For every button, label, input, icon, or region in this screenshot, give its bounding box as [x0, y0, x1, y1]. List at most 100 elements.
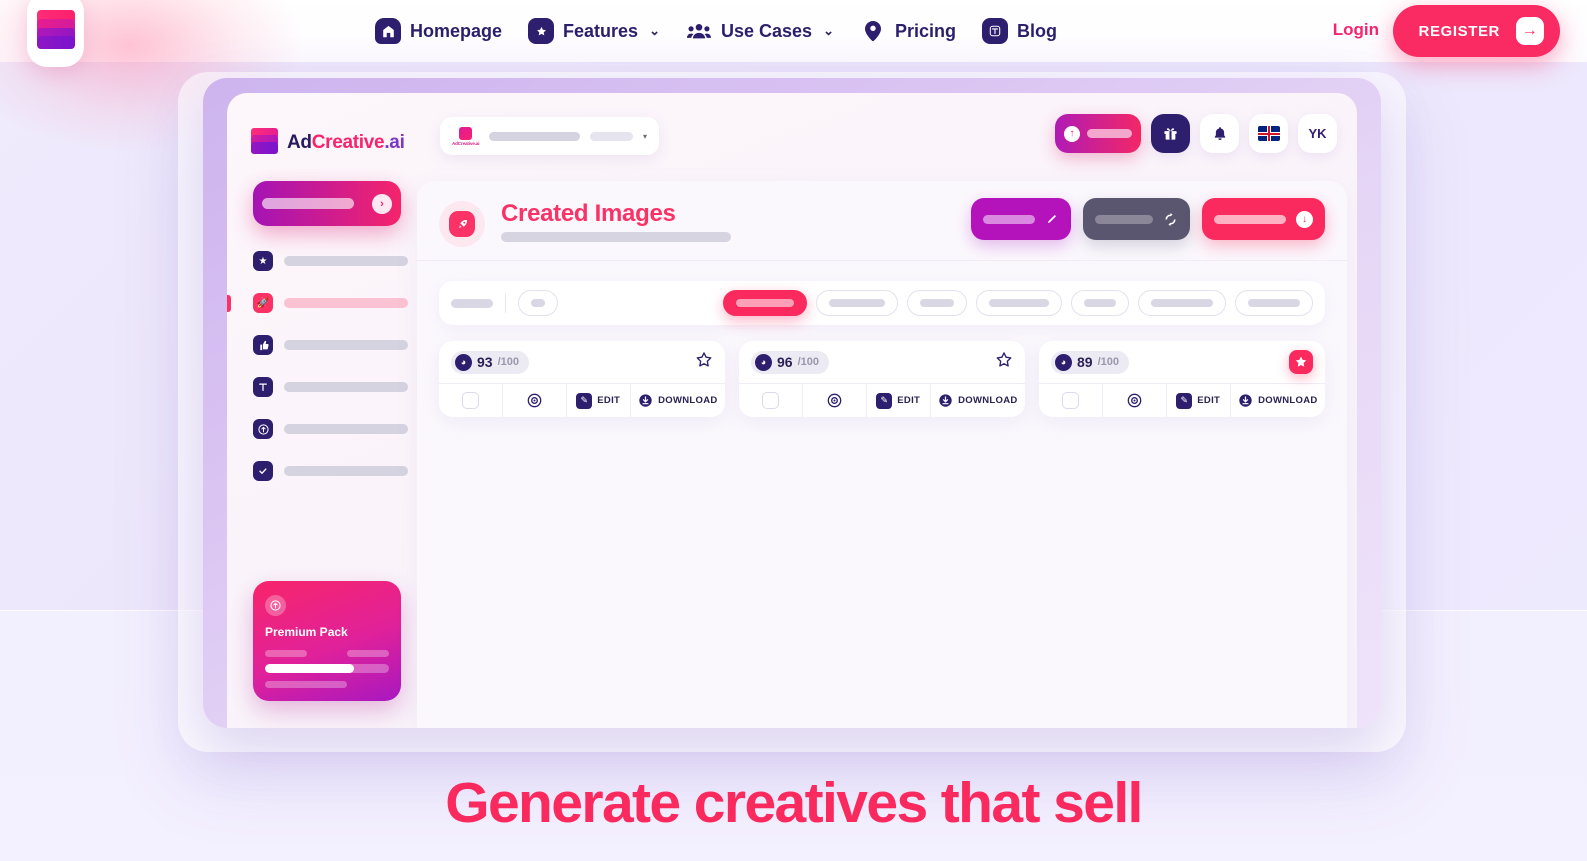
- select-checkbox[interactable]: [439, 384, 503, 417]
- download-action-button[interactable]: ↓: [1202, 198, 1325, 240]
- filter-chip-toggle[interactable]: [518, 290, 558, 316]
- nav-item-blog[interactable]: Blog: [981, 18, 1057, 44]
- card-footer: ✎ EDIT DOWNLOAD: [739, 383, 1025, 417]
- gift-icon[interactable]: [1151, 114, 1190, 153]
- sidebar-item-check[interactable]: [253, 461, 408, 481]
- target-icon[interactable]: [503, 384, 567, 417]
- check-icon: [253, 461, 273, 481]
- login-link[interactable]: Login: [1333, 20, 1379, 40]
- edit-button[interactable]: ✎ EDIT: [567, 384, 631, 417]
- edit-button[interactable]: ✎ EDIT: [867, 384, 931, 417]
- filter-chip[interactable]: [723, 290, 807, 316]
- filter-chip[interactable]: [907, 290, 967, 316]
- target-icon[interactable]: [803, 384, 867, 417]
- search-input[interactable]: AdCreative.ai ▾: [440, 117, 659, 155]
- dashboard-mockup: AdCreative.ai AdCreative.ai ▾ ↑ YK › ★ 🚀…: [203, 78, 1381, 728]
- refresh-action-button[interactable]: [1083, 198, 1190, 240]
- brand-logo[interactable]: [27, 0, 84, 67]
- filter-chip[interactable]: [1071, 290, 1129, 316]
- download-button[interactable]: DOWNLOAD: [1231, 384, 1325, 417]
- chevron-down-icon: ▾: [642, 131, 647, 141]
- download-button[interactable]: DOWNLOAD: [931, 384, 1025, 417]
- top-navbar: Homepage Features ⌄ Use Cases ⌄ Pricing …: [0, 0, 1587, 67]
- dashboard-sidebar: › ★ 🚀 Premium Pack: [227, 181, 414, 728]
- filter-bar: [439, 281, 1325, 325]
- upgrade-button[interactable]: ↑: [1055, 114, 1141, 153]
- premium-progress-track: [265, 664, 389, 673]
- premium-pack-meta: [265, 650, 389, 688]
- card-footer: ✎ EDIT DOWNLOAD: [1039, 383, 1325, 417]
- download-label: DOWNLOAD: [658, 395, 718, 406]
- price-tag-icon: [860, 18, 886, 44]
- score-badge: ◕ 89 /100: [1051, 350, 1129, 374]
- nav-item-homepage[interactable]: Homepage: [375, 18, 502, 44]
- upgrade-label-bar: [1087, 129, 1132, 138]
- dashboard-topbar-actions: ↑ YK: [1055, 114, 1337, 153]
- edit-label: EDIT: [897, 395, 921, 406]
- edit-label: EDIT: [597, 395, 621, 406]
- sidebar-label-bar: [284, 466, 408, 476]
- nav-item-use-cases[interactable]: Use Cases ⌄: [686, 18, 834, 44]
- dashboard-main-panel: Created Images ↓ ◕ 93 /100 ✎ EDIT DOWNLO…: [417, 181, 1347, 728]
- upgrade-arrow-icon: ↑: [1064, 125, 1080, 142]
- uk-flag-icon[interactable]: [1249, 114, 1288, 153]
- edit-label: EDIT: [1197, 395, 1221, 406]
- page-title: Created Images: [501, 200, 676, 227]
- users-group-icon: [686, 18, 712, 44]
- pencil-icon: ✎: [876, 392, 893, 409]
- upload-arrow-icon: [253, 419, 273, 439]
- card-footer: ✎ EDIT DOWNLOAD: [439, 383, 725, 417]
- edit-button[interactable]: ✎ EDIT: [1167, 384, 1231, 417]
- sidebar-item-text[interactable]: [253, 377, 408, 397]
- star-outline-icon[interactable]: [695, 351, 713, 374]
- score-max: /100: [797, 356, 819, 368]
- sidebar-cta-button[interactable]: ›: [253, 181, 401, 226]
- select-checkbox[interactable]: [739, 384, 803, 417]
- nav-item-features[interactable]: Features ⌄: [528, 18, 660, 44]
- panel-action-buttons: ↓: [971, 198, 1325, 240]
- download-icon: ↓: [1296, 210, 1313, 228]
- sidebar-item-rocket[interactable]: 🚀: [227, 293, 408, 313]
- dashboard-brand-logo: AdCreative.ai: [251, 128, 405, 157]
- register-button[interactable]: REGISTER →: [1392, 5, 1560, 57]
- sidebar-item-star[interactable]: ★: [253, 251, 408, 271]
- chevron-right-icon: ›: [372, 193, 392, 214]
- dashboard-surface: AdCreative.ai AdCreative.ai ▾ ↑ YK › ★ 🚀…: [227, 93, 1357, 728]
- sidebar-item-thumbs-up[interactable]: [253, 335, 408, 355]
- sidebar-item-upload[interactable]: [253, 419, 408, 439]
- panel-header: Created Images ↓: [417, 181, 1347, 261]
- premium-progress-fill: [265, 664, 355, 673]
- score-gauge-icon: ◕: [455, 353, 472, 371]
- filter-chips: [723, 290, 1313, 316]
- creative-card[interactable]: ◕ 89 /100 A: [1039, 341, 1325, 417]
- star-outline-icon[interactable]: [995, 351, 1013, 374]
- star-badge-icon: [528, 18, 555, 44]
- card-header: ◕ 89 /100: [1039, 341, 1325, 383]
- select-checkbox[interactable]: [1039, 384, 1103, 417]
- bell-icon[interactable]: [1200, 114, 1239, 153]
- chevron-down-icon: ⌄: [823, 23, 834, 38]
- premium-pack-card[interactable]: Premium Pack: [253, 581, 401, 701]
- layers-stack-icon: [251, 128, 278, 157]
- download-label: DOWNLOAD: [1258, 395, 1318, 406]
- active-indicator: [227, 295, 231, 312]
- nav-label: Blog: [1016, 20, 1057, 41]
- edit-action-button[interactable]: [971, 198, 1071, 240]
- filter-chip[interactable]: [1138, 290, 1226, 316]
- filter-chip[interactable]: [1235, 290, 1313, 316]
- brand-name-b: Creative: [311, 131, 385, 153]
- creative-card[interactable]: ◕ 96 /100 Create better banner: [739, 341, 1025, 417]
- filter-chip[interactable]: [816, 290, 898, 316]
- nav-item-pricing[interactable]: Pricing: [860, 18, 956, 44]
- filter-chip[interactable]: [976, 290, 1062, 316]
- avatar[interactable]: YK: [1298, 114, 1337, 153]
- sidebar-label-bar: [284, 298, 408, 308]
- star-filled-icon[interactable]: [1289, 350, 1313, 374]
- thumbs-up-icon: [253, 335, 273, 355]
- target-icon[interactable]: [1103, 384, 1167, 417]
- creative-card[interactable]: ◕ 93 /100 ✎ EDIT DOWNLOAD: [439, 341, 725, 417]
- download-button[interactable]: DOWNLOAD: [631, 384, 725, 417]
- arrow-right-icon: →: [1516, 17, 1544, 45]
- score-gauge-icon: ◕: [755, 353, 772, 371]
- landing-page: Homepage Features ⌄ Use Cases ⌄ Pricing …: [0, 0, 1587, 861]
